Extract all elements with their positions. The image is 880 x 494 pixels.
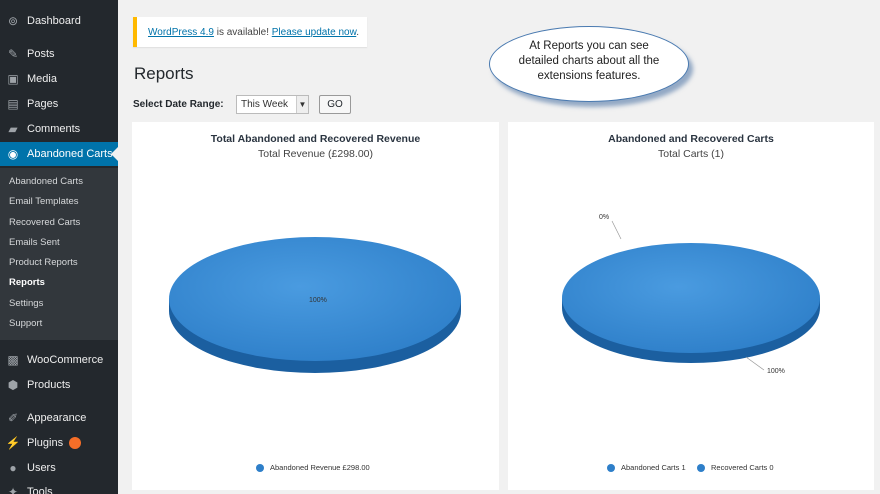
menu-label: Abandoned Carts: [27, 148, 113, 160]
leader-line: [611, 220, 622, 240]
menu-label: Media: [27, 73, 57, 85]
menu-label: Products: [27, 379, 71, 391]
notice-text: is available!: [213, 27, 272, 38]
pages-icon: ▤: [7, 97, 19, 111]
admin-sidebar: ⊚ Dashboard ✎ Posts ▣ Media ▤ Pages ▰ Comment…: [0, 0, 118, 494]
chevron-down-icon: ▼: [296, 96, 308, 113]
leader-line: [745, 356, 765, 371]
date-range-label: Select Date Range:: [133, 99, 224, 110]
chart-title: Total Abandoned and Recovered Revenue: [210, 133, 421, 145]
wordpress-version-link[interactable]: WordPress 4.9: [148, 27, 214, 38]
user-icon: ●: [9, 461, 17, 475]
comment-icon: ▰: [8, 122, 18, 136]
menu-pages[interactable]: ▤ Pages: [0, 92, 118, 116]
legend-swatch: [256, 463, 264, 472]
callout-bubble: At Reports you can see detailed charts a…: [489, 26, 689, 102]
legend-item: Abandoned Carts 1: [607, 463, 686, 472]
carts-pie-chart: 100% 0%: [562, 214, 820, 375]
menu-woocommerce[interactable]: ▩ WooCommerce: [0, 348, 118, 372]
revenue-pie-chart: 100%: [169, 237, 461, 373]
legend-swatch: [607, 463, 615, 472]
woo-icon: ▩: [7, 353, 19, 367]
menu-tools[interactable]: ✦ Tools: [0, 480, 118, 494]
menu-products[interactable]: ⬢ Products: [0, 373, 118, 397]
menu-plugins[interactable]: ⚡ Plugins: [0, 431, 118, 455]
submenu-email-templates[interactable]: Email Templates: [9, 196, 79, 207]
update-badge: [69, 437, 82, 449]
menu-label: Posts: [27, 48, 55, 60]
menu-label: Users: [27, 462, 56, 474]
date-range-select[interactable]: This Week ▼: [236, 95, 309, 114]
box-icon: ⬢: [7, 378, 19, 392]
menu-label: Pages: [27, 98, 59, 110]
chart-subtitle: Total Carts (1): [658, 148, 724, 160]
submenu-abandoned-carts[interactable]: Abandoned Carts: [9, 176, 83, 187]
pie-slice: [562, 243, 820, 353]
legend-label: Abandoned Revenue £298.00: [270, 463, 370, 472]
menu-label: Tools: [27, 486, 53, 494]
menu-appearance[interactable]: ✐ Appearance: [0, 406, 118, 430]
legend-label: Abandoned Carts 1: [621, 463, 686, 472]
page-title: Reports: [134, 64, 194, 83]
submenu-settings[interactable]: Settings: [9, 298, 43, 309]
submenu-support[interactable]: Support: [9, 318, 42, 329]
carts-chart-panel: 100% 0% Abandoned and Recovered Carts Tot…: [508, 122, 874, 490]
update-now-link[interactable]: Please update now: [272, 27, 357, 38]
update-notice: WordPress 4.9 is available! Please updat…: [133, 17, 367, 47]
menu-label: Dashboard: [27, 15, 81, 27]
dashboard-icon: ⊚: [7, 14, 19, 28]
chart-title: Abandoned and Recovered Carts: [608, 133, 774, 145]
menu-posts[interactable]: ✎ Posts: [0, 42, 118, 66]
menu-comments[interactable]: ▰ Comments: [0, 117, 118, 141]
abandoned-carts-submenu: Abandoned Carts Email Templates Recovere…: [0, 168, 118, 340]
media-icon: ▣: [7, 72, 19, 86]
menu-media[interactable]: ▣ Media: [0, 67, 118, 91]
menu-label: Appearance: [27, 412, 87, 424]
submenu-product-reports[interactable]: Product Reports: [9, 257, 78, 268]
legend-item: Recovered Carts 0: [697, 463, 774, 472]
wrench-icon: ✦: [7, 485, 19, 494]
revenue-chart-panel: 100% Total Abandoned and Recovered Reven…: [132, 122, 499, 490]
legend-swatch: [697, 463, 705, 472]
go-button[interactable]: GO: [319, 95, 351, 114]
plug-icon: ⚡: [5, 436, 21, 450]
slice-label: 0%: [599, 214, 609, 221]
slice-label: 100%: [309, 297, 327, 304]
menu-dashboard[interactable]: ⊚ Dashboard: [0, 9, 118, 33]
notice-end: .: [356, 27, 360, 38]
menu-label: Plugins: [27, 437, 64, 449]
legend-label: Recovered Carts 0: [711, 463, 774, 472]
menu-label: WooCommerce: [27, 354, 104, 366]
menu-label: Comments: [27, 123, 81, 135]
legend-item: Abandoned Revenue £298.00: [256, 463, 370, 472]
date-range-value: This Week: [241, 99, 289, 110]
pin-icon: ✎: [7, 47, 19, 61]
slice-label: 100%: [767, 368, 785, 375]
submenu-emails-sent[interactable]: Emails Sent: [9, 237, 60, 248]
brush-icon: ✐: [7, 411, 19, 425]
chart-subtitle: Total Revenue (£298.00): [258, 148, 373, 160]
menu-users[interactable]: ● Users: [0, 456, 118, 480]
globe-icon: ◉: [7, 147, 19, 161]
menu-abandoned-carts[interactable]: ◉ Abandoned Carts: [0, 142, 118, 166]
submenu-recovered-carts[interactable]: Recovered Carts: [9, 217, 80, 228]
submenu-reports[interactable]: Reports: [9, 277, 45, 288]
